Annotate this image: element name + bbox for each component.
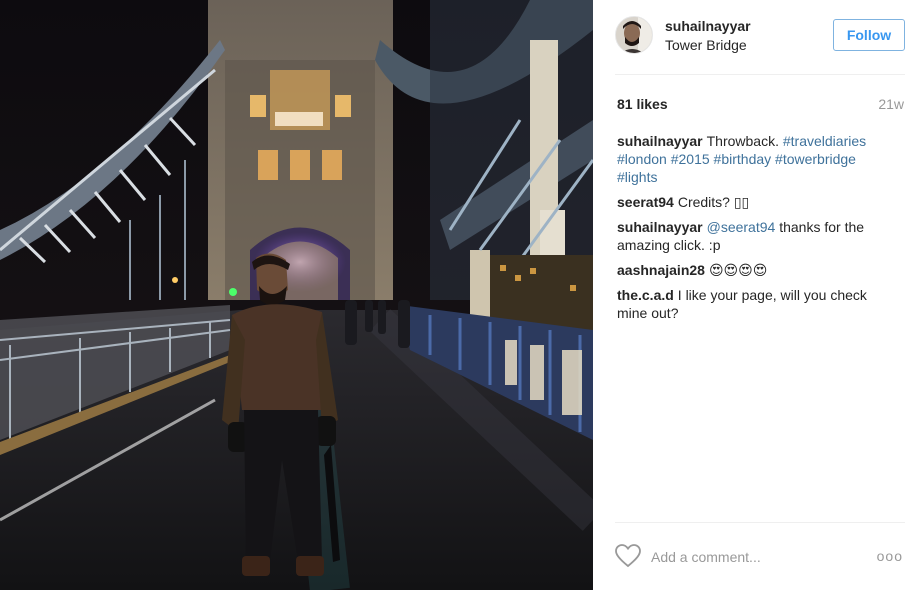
comment-text: Credits? ▯▯: [677, 194, 750, 210]
comment-text: Throwback.: [706, 133, 783, 149]
comment-item: aashnajain28 😍😍😍😍: [617, 261, 899, 279]
comment-tag-link[interactable]: #towerbridge: [775, 151, 856, 167]
comment-author[interactable]: aashnajain28: [617, 262, 705, 278]
comment-tag-link[interactable]: #traveldiaries: [783, 133, 866, 149]
comment-item: suhailnayyar @seerat94 thanks for the ama…: [617, 218, 899, 254]
comment-author[interactable]: suhailnayyar: [617, 133, 703, 149]
comment-author[interactable]: suhailnayyar: [617, 219, 703, 235]
comment-item: suhailnayyar Throwback. #traveldiaries #l…: [617, 132, 899, 186]
avatar[interactable]: [615, 16, 653, 54]
more-options-icon[interactable]: ooo: [877, 548, 903, 564]
avatar-image: [616, 17, 652, 53]
comment-tag-link[interactable]: #london: [617, 151, 667, 167]
likes-count[interactable]: 81 likes: [617, 96, 668, 112]
comment-footer: Add a comment... ooo: [615, 540, 905, 574]
post-username[interactable]: suhailnayyar: [665, 18, 751, 34]
comment-tag-link[interactable]: #lights: [617, 169, 657, 185]
footer-divider: [615, 522, 905, 523]
comment-tag-link[interactable]: #2015: [671, 151, 710, 167]
comment-item: the.c.a.d I like your page, will you chec…: [617, 286, 899, 322]
comment-author[interactable]: seerat94: [617, 194, 674, 210]
follow-button[interactable]: Follow: [833, 19, 905, 51]
comment-tag-link[interactable]: #birthday: [714, 151, 772, 167]
post-header: suhailnayyar Tower Bridge Follow: [615, 16, 905, 56]
tower-bridge-photo: [0, 0, 593, 590]
comments-list: suhailnayyar Throwback. #traveldiaries #l…: [617, 132, 899, 329]
post-sidebar: suhailnayyar Tower Bridge Follow 81 like…: [593, 0, 910, 590]
heart-icon[interactable]: [615, 544, 641, 568]
post-location[interactable]: Tower Bridge: [665, 37, 747, 53]
post-timestamp[interactable]: 21w: [878, 96, 904, 112]
comment-item: seerat94 Credits? ▯▯: [617, 193, 899, 211]
follow-button-label: Follow: [846, 27, 892, 43]
comment-author[interactable]: the.c.a.d: [617, 287, 674, 303]
comment-text: 😍😍😍😍: [708, 262, 768, 278]
header-divider: [615, 74, 905, 75]
post-photo[interactable]: [0, 0, 593, 590]
comment-tag-link[interactable]: @seerat94: [707, 219, 776, 235]
add-comment-input[interactable]: Add a comment...: [651, 549, 761, 565]
